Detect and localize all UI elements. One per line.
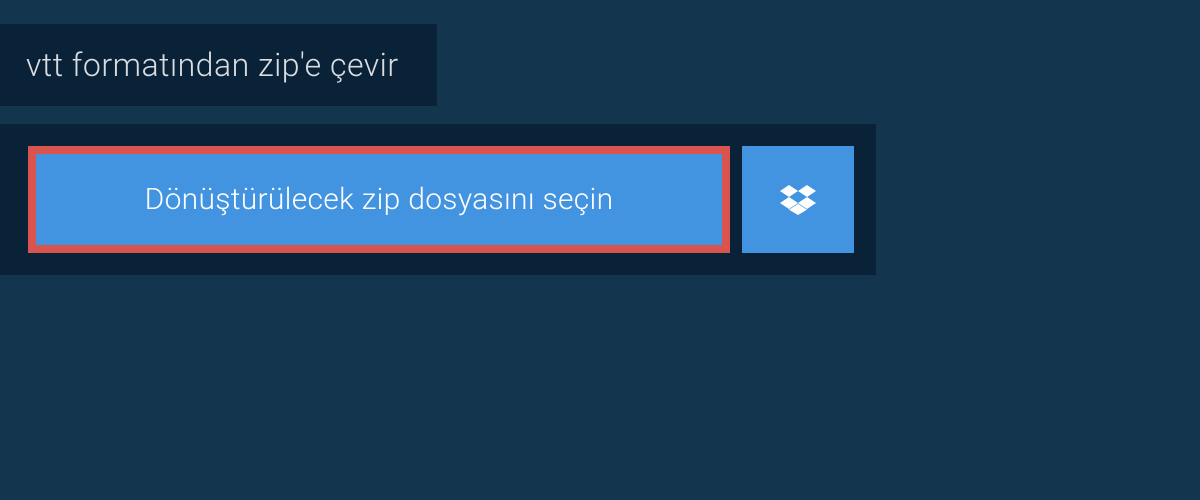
dropbox-icon — [780, 182, 816, 218]
page-title: vtt formatından zip'e çevir — [26, 46, 399, 84]
select-file-button-label: Dönüştürülecek zip dosyasını seçin — [145, 182, 614, 217]
header-tab: vtt formatından zip'e çevir — [0, 24, 437, 106]
select-file-button[interactable]: Dönüştürülecek zip dosyasını seçin — [28, 146, 730, 253]
dropbox-button[interactable] — [742, 146, 854, 253]
upload-panel: Dönüştürülecek zip dosyasını seçin — [0, 124, 876, 275]
